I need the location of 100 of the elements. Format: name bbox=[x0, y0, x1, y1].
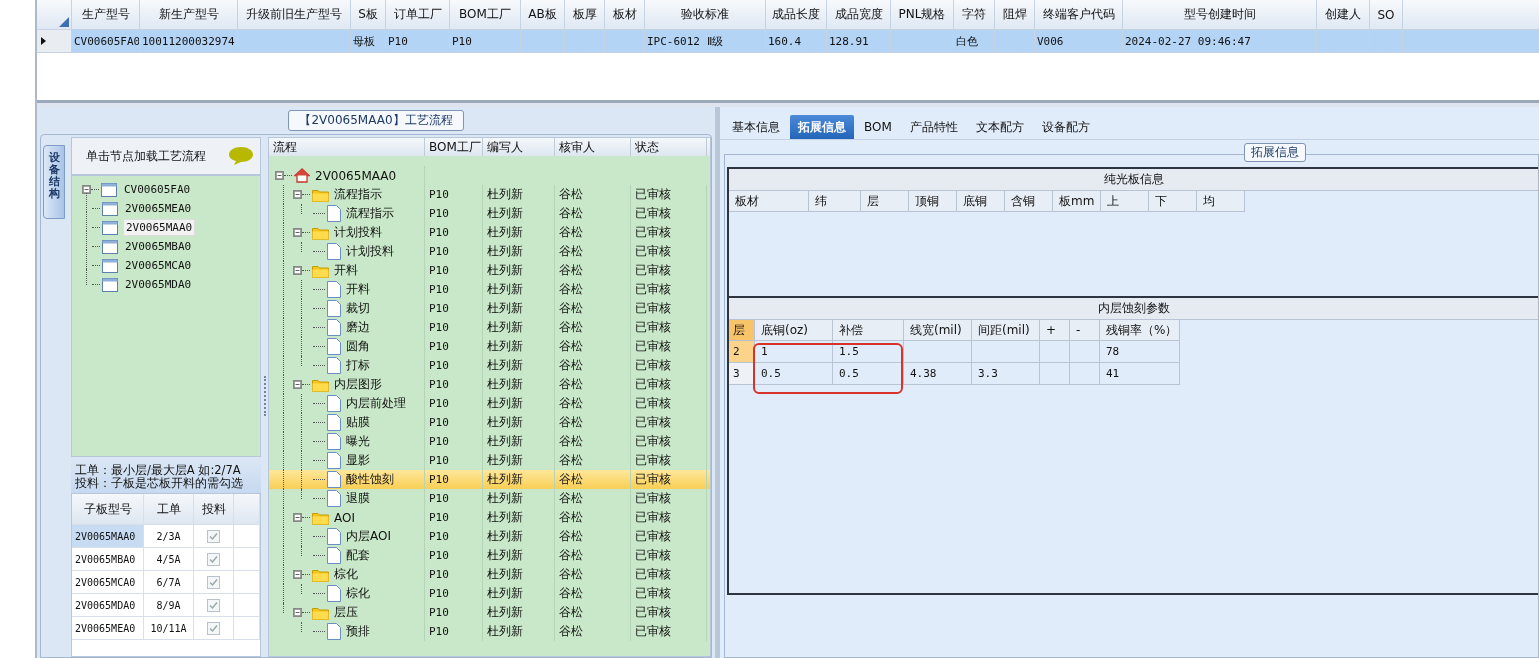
collapse-toggle[interactable] bbox=[293, 266, 302, 275]
column-header[interactable]: 底铜 bbox=[957, 191, 1005, 212]
tree-row[interactable]: 棕化 P10 杜列新 谷松 已审核 bbox=[269, 565, 710, 584]
tree-item[interactable]: 2V0065MCA0 bbox=[123, 258, 194, 273]
tree-row[interactable]: 棕化 P10 杜列新 谷松 已审核 bbox=[269, 584, 710, 603]
column-header[interactable]: 层 bbox=[861, 191, 909, 212]
column-header[interactable]: 生产型号 bbox=[72, 0, 140, 29]
tab[interactable]: 基本信息 bbox=[724, 115, 788, 139]
tree-row[interactable]: 计划投料 P10 杜列新 谷松 已审核 bbox=[269, 242, 710, 261]
column-header[interactable]: AB板 bbox=[521, 0, 565, 29]
tab[interactable]: BOM bbox=[856, 115, 900, 139]
column-header[interactable]: 终端客户代码 bbox=[1035, 0, 1123, 29]
tree-row[interactable]: 预排 P10 杜列新 谷松 已审核 bbox=[269, 622, 710, 641]
column-header[interactable]: PNL规格 bbox=[891, 0, 954, 29]
table-cell: 10/11A bbox=[150, 622, 187, 634]
collapse-toggle[interactable] bbox=[82, 185, 91, 194]
column-header[interactable]: 下 bbox=[1149, 191, 1197, 212]
tab[interactable]: 文本配方 bbox=[967, 115, 1032, 139]
column-header[interactable]: 型号创建时间 bbox=[1123, 0, 1317, 29]
side-tab[interactable]: 设备结构 bbox=[43, 145, 65, 219]
column-header[interactable]: 状态 bbox=[631, 138, 707, 156]
column-header[interactable]: 字符 bbox=[954, 0, 995, 29]
tab[interactable]: 产品特性 bbox=[901, 115, 966, 139]
checkbox[interactable] bbox=[207, 529, 220, 543]
tree-row[interactable]: 打标 P10 杜列新 谷松 已审核 bbox=[269, 356, 710, 375]
column-header[interactable]: 订单工厂 bbox=[386, 0, 450, 29]
column-header[interactable]: 纬 bbox=[809, 191, 861, 212]
column-header[interactable]: 创建人 bbox=[1317, 0, 1370, 29]
tree-row[interactable]: 层压 P10 杜列新 谷松 已审核 bbox=[269, 603, 710, 622]
checkbox[interactable] bbox=[207, 552, 220, 566]
column-header[interactable]: 板厚 bbox=[565, 0, 605, 29]
column-header[interactable]: 工单 bbox=[144, 494, 194, 524]
collapse-toggle[interactable] bbox=[293, 228, 302, 237]
collapse-toggle[interactable] bbox=[293, 570, 302, 579]
collapse-toggle[interactable] bbox=[293, 190, 302, 199]
tree-item[interactable]: 2V0065MAA0 bbox=[123, 219, 196, 236]
tree-row[interactable]: 内层AOI P10 杜列新 谷松 已审核 bbox=[269, 527, 710, 546]
collapse-toggle[interactable] bbox=[293, 513, 302, 522]
collapse-toggle[interactable] bbox=[293, 380, 302, 389]
tree-item[interactable]: 2V0065MBA0 bbox=[123, 239, 194, 254]
column-header[interactable]: 上 bbox=[1101, 191, 1149, 212]
column-header[interactable]: 子板型号 bbox=[72, 494, 144, 524]
tree-row[interactable]: 配套 P10 杜列新 谷松 已审核 bbox=[269, 546, 710, 565]
column-header[interactable]: 补偿 bbox=[833, 320, 904, 341]
column-header[interactable]: - bbox=[1070, 320, 1100, 341]
collapse-toggle[interactable] bbox=[275, 171, 284, 180]
tree-row[interactable]: 流程指示 P10 杜列新 谷松 已审核 bbox=[269, 204, 710, 223]
column-header[interactable]: + bbox=[1040, 320, 1070, 341]
tree-row[interactable]: 酸性蚀刻 P10 杜列新 谷松 已审核 bbox=[269, 470, 710, 489]
column-header[interactable]: 成品宽度 bbox=[827, 0, 891, 29]
grid-row[interactable]: CV00605FA0 10011200032974 母板 P10 P10 IPC-6012 Ⅱ级 160.4 128.91 白色 V006 2024-02-27 09:46:47 bbox=[37, 30, 1539, 53]
column-header[interactable]: BOM工厂 bbox=[450, 0, 521, 29]
checkbox[interactable] bbox=[207, 621, 220, 635]
tab[interactable]: 拓展信息 bbox=[790, 115, 854, 139]
tree-item[interactable]: CV00605FA0 bbox=[122, 182, 193, 197]
note-text: 投料：子板是芯板开料的需勾选 bbox=[75, 477, 244, 490]
column-header[interactable]: 残铜率（%） bbox=[1100, 320, 1180, 341]
column-header[interactable]: 顶铜 bbox=[909, 191, 957, 212]
column-header[interactable]: S板 bbox=[351, 0, 386, 29]
column-header[interactable]: 层 bbox=[729, 320, 755, 341]
column-header[interactable]: 编写人 bbox=[483, 138, 555, 156]
tree-row[interactable]: AOI P10 杜列新 谷松 已审核 bbox=[269, 508, 710, 527]
column-header[interactable]: 含铜 bbox=[1005, 191, 1053, 212]
tree-row[interactable]: 开料 P10 杜列新 谷松 已审核 bbox=[269, 280, 710, 299]
tree-row[interactable]: 计划投料 P10 杜列新 谷松 已审核 bbox=[269, 223, 710, 242]
checkbox[interactable] bbox=[207, 598, 220, 612]
column-header[interactable]: 板材 bbox=[605, 0, 645, 29]
column-header[interactable]: 底铜(oz) bbox=[755, 320, 833, 341]
tree-row[interactable]: 磨边 P10 杜列新 谷松 已审核 bbox=[269, 318, 710, 337]
tree-item[interactable]: 2V0065MEA0 bbox=[123, 201, 194, 216]
column-header[interactable]: 成品长度 bbox=[766, 0, 827, 29]
column-header[interactable]: 阻焊 bbox=[995, 0, 1035, 29]
column-header[interactable]: 均 bbox=[1197, 191, 1245, 212]
tab[interactable]: 设备配方 bbox=[1033, 115, 1098, 139]
column-header[interactable]: 投料 bbox=[194, 494, 234, 524]
tree-row[interactable]: 流程指示 P10 杜列新 谷松 已审核 bbox=[269, 185, 710, 204]
tree-item-label: 流程指示 bbox=[346, 205, 394, 222]
column-header[interactable]: 核审人 bbox=[555, 138, 631, 156]
tree-row[interactable]: 圆角 P10 杜列新 谷松 已审核 bbox=[269, 337, 710, 356]
column-header[interactable]: SO bbox=[1370, 0, 1403, 29]
tree-row[interactable]: 开料 P10 杜列新 谷松 已审核 bbox=[269, 261, 710, 280]
column-header[interactable]: 流程 bbox=[269, 138, 425, 156]
tree-row[interactable]: 退膜 P10 杜列新 谷松 已审核 bbox=[269, 489, 710, 508]
column-header[interactable]: 板材 bbox=[729, 191, 809, 212]
column-header[interactable]: 板mm bbox=[1053, 191, 1101, 212]
column-header[interactable]: 新生产型号 bbox=[140, 0, 238, 29]
column-header[interactable]: 线宽(mil) bbox=[904, 320, 972, 341]
checkbox[interactable] bbox=[207, 575, 220, 589]
tree-row[interactable]: 内层图形 P10 杜列新 谷松 已审核 bbox=[269, 375, 710, 394]
table-cell: 杜列新 bbox=[487, 262, 523, 279]
column-header[interactable]: 升级前旧生产型号 bbox=[238, 0, 351, 29]
column-header[interactable]: 验收标准 bbox=[645, 0, 766, 29]
column-header[interactable]: 间距(mil) bbox=[972, 320, 1040, 341]
tree-row[interactable]: 裁切 P10 杜列新 谷松 已审核 bbox=[269, 299, 710, 318]
tree-row[interactable]: 曝光 P10 杜列新 谷松 已审核 bbox=[269, 432, 710, 451]
tree-row[interactable]: 内层前处理 P10 杜列新 谷松 已审核 bbox=[269, 394, 710, 413]
tree-row[interactable]: 贴膜 P10 杜列新 谷松 已审核 bbox=[269, 413, 710, 432]
tree-item[interactable]: 2V0065MDA0 bbox=[123, 277, 194, 292]
collapse-toggle[interactable] bbox=[293, 608, 302, 617]
column-header[interactable]: BOM工厂 bbox=[425, 138, 483, 156]
